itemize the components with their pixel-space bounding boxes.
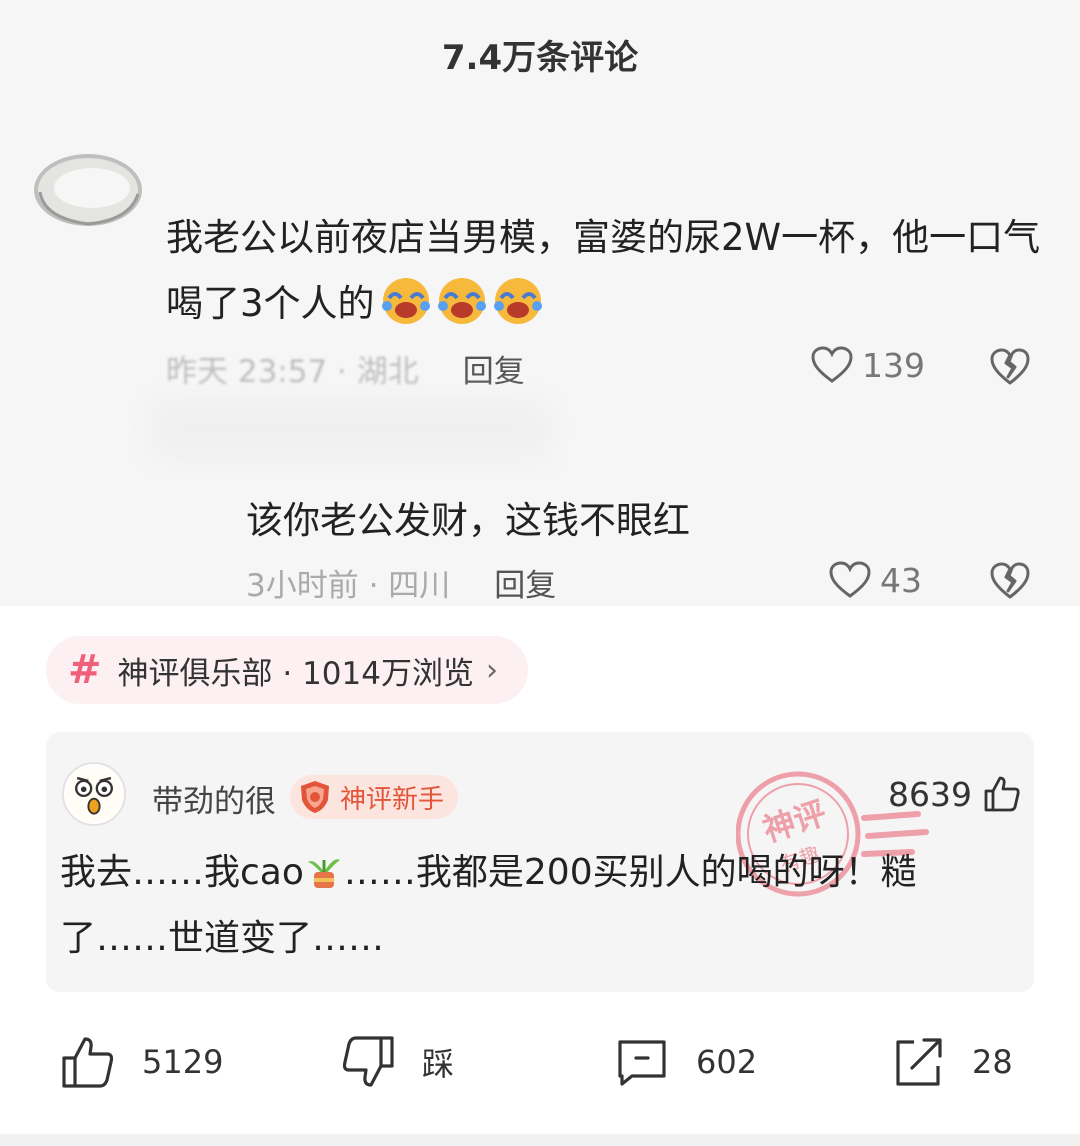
username[interactable]: 带劲的很 (152, 776, 276, 821)
sprout-icon (307, 859, 340, 888)
like-count: 5129 (142, 1043, 224, 1081)
comment-1-reply-button[interactable]: 回复 (463, 354, 525, 390)
comment-button[interactable]: 602 (614, 1034, 757, 1090)
comment-2-like-count: 43 (880, 560, 922, 600)
ring-avatar (34, 154, 142, 226)
crying-laugh-emoji-icon (437, 278, 486, 324)
heart-icon (829, 561, 871, 598)
topic-text: 神评俱乐部 · 1014万浏览 (117, 655, 474, 692)
dislike-button[interactable]: 踩 (340, 1034, 454, 1090)
comment-count: 602 (696, 1043, 758, 1081)
comment-icon (618, 1040, 666, 1086)
god-comment-text-part1: 我去……我cao (60, 852, 304, 893)
god-comment-like-count: 8639 (888, 774, 972, 814)
thumbs-up-icon (62, 1037, 114, 1088)
comment-2-reply-button[interactable]: 回复 (494, 568, 556, 604)
comment-2-time: 3小时前 · 四川 (246, 568, 451, 604)
topic-pill[interactable]: # 神评俱乐部 · 1014万浏览 › (46, 636, 528, 704)
shield-badge-icon (301, 781, 329, 813)
blurred-area (150, 400, 550, 460)
god-comment-text: 我去……我cao ……我都是200买别人的喝的呀！糙了……世道变了…… (60, 840, 1010, 972)
comment-2-text: 该你老公发财，这钱不眼红 (246, 499, 690, 542)
comment-1-meta: 昨天 23:57 · 湖北 回复 (166, 346, 525, 391)
crying-laugh-emoji-icon (493, 278, 542, 324)
god-comment-card: 带劲的很 神评新手 神评 有趣 8639 我去……我cao ……我都是200买别人… (46, 732, 1034, 992)
thumbs-down-icon (342, 1036, 394, 1087)
hashtag-icon: # (68, 647, 102, 693)
comment-2-meta: 3小时前 · 四川 回复 (246, 560, 556, 605)
share-count: 28 (972, 1043, 1013, 1081)
action-bar: 5129 踩 602 28 (0, 1030, 1080, 1100)
comment-1-like-count: 139 (862, 345, 925, 385)
badge-label: 神评新手 (340, 784, 445, 815)
comment-1-text: 我老公以前夜店当男模，富婆的尿2W一杯，他一口气喝了3个人的 (166, 205, 1046, 337)
broken-heart-icon[interactable] (989, 347, 1031, 387)
comment-2-like-button[interactable]: 43 (828, 560, 922, 600)
bottom-divider (0, 1134, 1080, 1146)
share-icon (896, 1038, 942, 1086)
chevron-right-icon: › (485, 652, 498, 688)
embedded-screenshot: 7.4万条评论 我老公以前夜店当男模，富婆的尿2W一杯，他一口气喝了3个人的 昨… (0, 0, 1080, 606)
like-button[interactable]: 5129 (60, 1034, 223, 1090)
crying-laugh-emoji-icon (381, 278, 430, 324)
god-comment-like-button[interactable]: 8639 (888, 774, 1022, 814)
user-badge: 神评新手 (290, 775, 459, 819)
broken-heart-icon[interactable] (989, 561, 1031, 601)
comment-1-like-button[interactable]: 139 (810, 345, 925, 385)
share-button[interactable]: 28 (890, 1034, 1013, 1090)
comment-1-body: 我老公以前夜店当男模，富婆的尿2W一杯，他一口气喝了3个人的 (166, 216, 1041, 325)
comment-count-title: 7.4万条评论 (441, 38, 639, 78)
dislike-label: 踩 (422, 1045, 455, 1083)
thumbs-up-icon (984, 776, 1020, 812)
comment-1-time: 昨天 23:57 · 湖北 (166, 354, 419, 390)
heart-icon (811, 346, 853, 383)
avatar[interactable] (62, 762, 126, 826)
